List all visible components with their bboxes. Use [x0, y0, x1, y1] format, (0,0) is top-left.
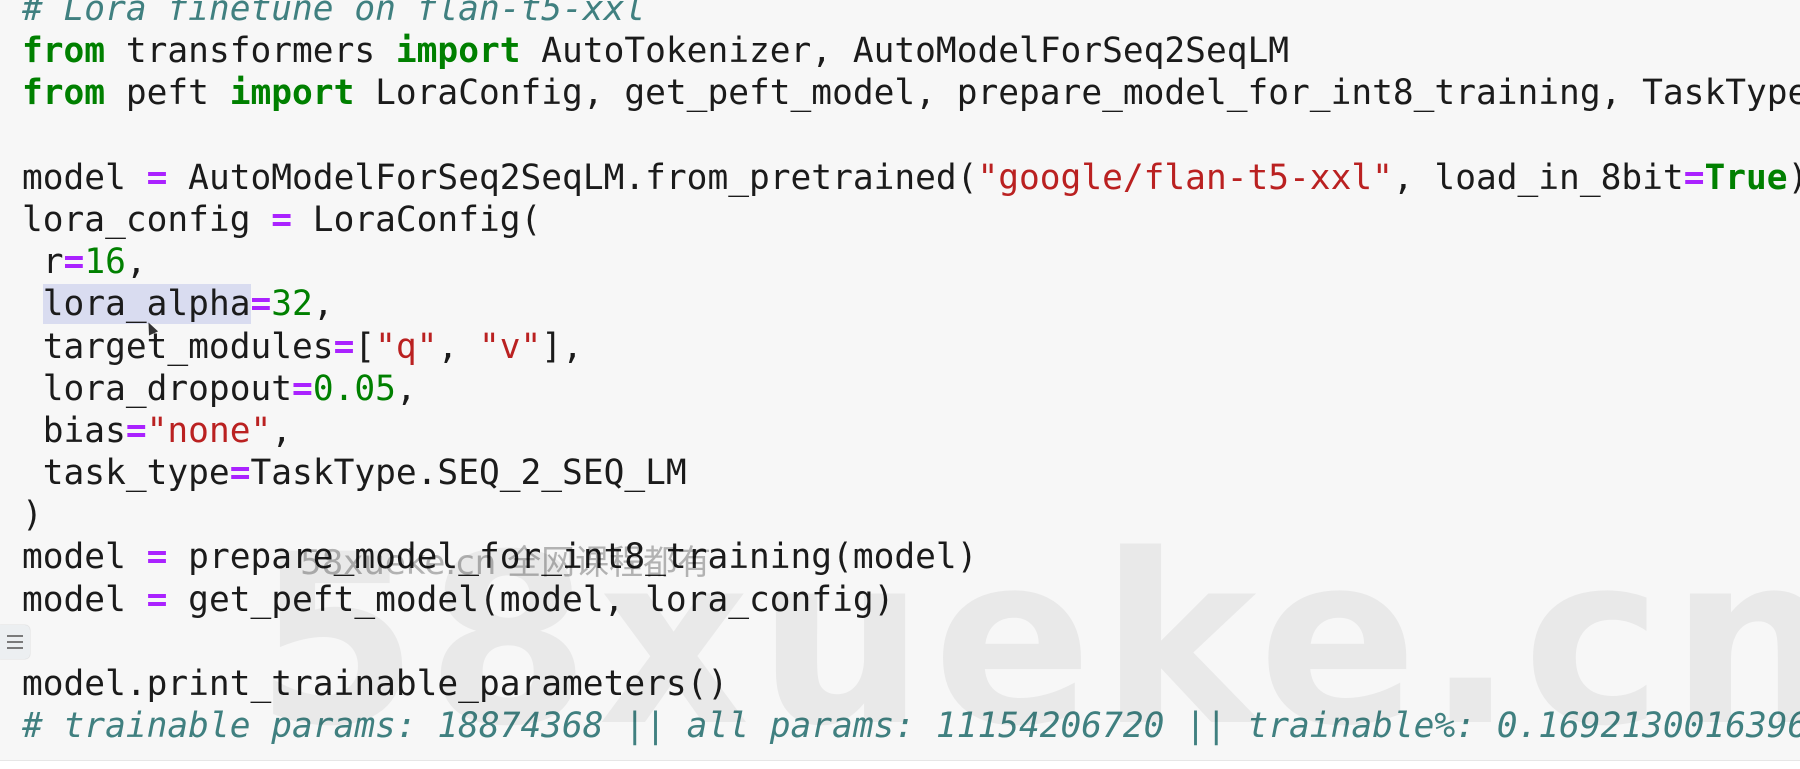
- menu-bar-3: [7, 647, 23, 649]
- code-line-8: lora_alpha=32,: [42, 284, 334, 325]
- comment-output: # trainable params: 18874368 || all para…: [22, 706, 1800, 747]
- code-line-15: model = get_peft_model(model, lora_confi…: [22, 579, 895, 620]
- code-line-2: from transformers import AutoTokenizer, …: [22, 31, 1290, 72]
- selected-text[interactable]: lora_alpha: [42, 284, 251, 325]
- code-line-18: # trainable params: 18874368 || all para…: [22, 705, 1800, 747]
- menu-bar-1: [7, 635, 23, 637]
- code-line-6: lora_config = LoraConfig(: [22, 199, 542, 240]
- code-cell[interactable]: # Lora finetune on flan-t5-xxl from trans…: [0, 0, 1800, 760]
- code-line-5: model = AutoModelForSeq2SeqLM.from_pretr…: [22, 157, 1800, 198]
- code-editor[interactable]: # Lora finetune on flan-t5-xxl from trans…: [22, 0, 1800, 747]
- comment-title: # Lora finetune on flan-t5-xxl: [22, 0, 646, 29]
- code-line-17: model.print_trainable_parameters(): [22, 664, 729, 704]
- code-line-10: lora_dropout=0.05,: [22, 368, 417, 409]
- code-line-3: from peft import LoraConfig, get_peft_mo…: [22, 73, 1800, 114]
- code-line-7: r=16,: [22, 242, 147, 283]
- menu-bar-2: [7, 641, 23, 643]
- code-line-11: bias="none",: [22, 410, 293, 451]
- code-line-13: ): [22, 495, 43, 536]
- code-line-9: target_modules=["q", "v"],: [22, 326, 583, 367]
- menu-toggle-icon[interactable]: [0, 625, 30, 659]
- code-line-1: # Lora finetune on flan-t5-xxl: [22, 0, 1800, 30]
- code-line-14: model = prepare_model_for_int8_training(…: [22, 537, 978, 578]
- code-line-12: task_type=TaskType.SEQ_2_SEQ_LM: [22, 453, 687, 494]
